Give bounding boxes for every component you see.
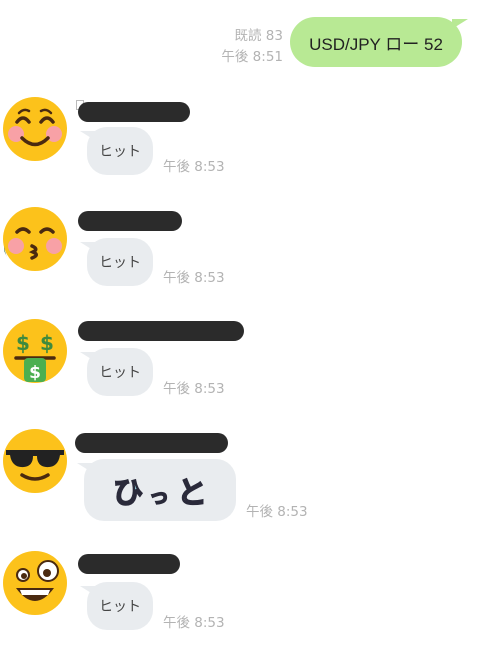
sticker-char: と xyxy=(176,475,208,512)
message-bubble[interactable]: ひ っ と xyxy=(77,459,236,521)
sunglasses-emoji-icon xyxy=(3,429,67,493)
sent-time: 午後 8:51 xyxy=(221,49,283,65)
redacted-sender-name xyxy=(78,102,190,122)
svg-text:$: $ xyxy=(40,331,54,355)
sent-bubble[interactable]: USD/JPY ロー 52 xyxy=(290,17,468,67)
sticker-char: っ xyxy=(148,483,170,509)
money-mouth-emoji-icon: $ $ $ xyxy=(3,319,67,383)
message-time: 午後 8:53 xyxy=(163,270,225,286)
message-bubble[interactable]: ヒット xyxy=(80,582,153,630)
redacted-sender-name xyxy=(78,554,180,574)
avatar[interactable] xyxy=(2,206,68,272)
redacted-sender-name xyxy=(78,321,244,341)
smiling-blush-emoji-icon xyxy=(3,97,67,161)
message-time: 午後 8:53 xyxy=(163,159,225,175)
avatar[interactable] xyxy=(2,428,68,494)
avatar[interactable]: $ $ $ xyxy=(2,318,68,384)
message-text: ヒット xyxy=(99,598,141,614)
message-text: ヒット xyxy=(99,254,141,270)
redacted-sender-name xyxy=(78,211,182,231)
message-bubble[interactable]: ヒット xyxy=(80,127,153,175)
sticker-text: ひ っ と xyxy=(84,459,236,521)
sent-text: USD/JPY ロー 52 xyxy=(309,34,443,54)
redacted-sender-name xyxy=(75,433,228,453)
message-bubble[interactable]: ヒット xyxy=(80,238,153,286)
svg-text:$: $ xyxy=(29,363,41,383)
read-receipt: 既読 83 xyxy=(234,28,283,44)
message-time: 午後 8:53 xyxy=(163,381,225,397)
kissing-closed-eyes-emoji-icon xyxy=(3,207,67,271)
message-text: ヒット xyxy=(99,364,141,380)
svg-text:$: $ xyxy=(16,331,30,355)
avatar[interactable] xyxy=(2,96,68,162)
message-time: 午後 8:53 xyxy=(246,504,308,520)
avatar[interactable] xyxy=(2,550,68,616)
message-bubble[interactable]: ヒット xyxy=(80,348,153,396)
message-text: ヒット xyxy=(99,143,141,159)
message-time: 午後 8:53 xyxy=(163,615,225,631)
sticker-char: ひ xyxy=(112,475,144,512)
zany-face-emoji-icon xyxy=(3,551,67,615)
